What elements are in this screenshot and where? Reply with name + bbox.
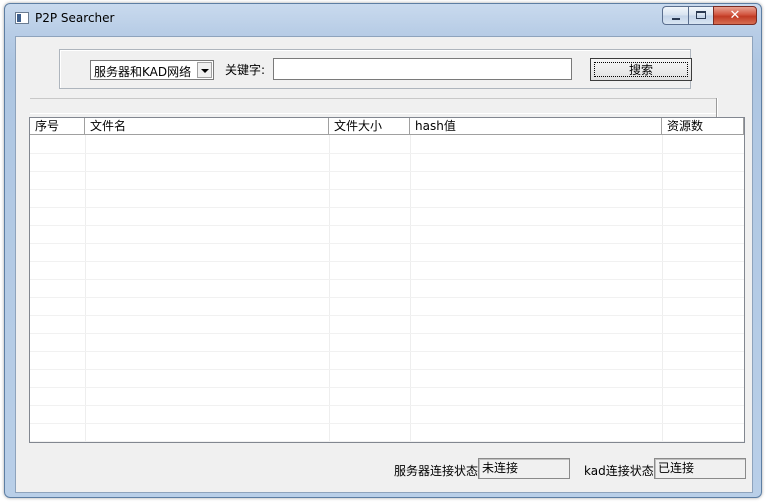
grid-line — [329, 135, 330, 442]
grid-line — [30, 225, 744, 226]
grid-line — [30, 207, 744, 208]
grid-line — [30, 171, 744, 172]
separator-grip — [716, 98, 718, 118]
grid-line — [30, 333, 744, 334]
grid-line — [30, 297, 744, 298]
grid-line — [30, 441, 744, 442]
network-select[interactable]: 服务器和KAD网络 — [90, 60, 214, 80]
results-header: 序号 文件名 文件大小 hash值 资源数 — [30, 118, 744, 135]
minimize-button[interactable] — [662, 6, 688, 25]
column-header-filesize[interactable]: 文件大小 — [329, 118, 410, 135]
grid-line — [85, 135, 86, 442]
window-controls: ✕ — [662, 6, 757, 25]
column-header-index[interactable]: 序号 — [30, 118, 85, 135]
title-bar[interactable]: P2P Searcher ✕ — [5, 4, 761, 34]
grid-line — [662, 135, 663, 442]
server-status-label: 服务器连接状态: — [394, 464, 483, 478]
grid-line — [30, 405, 744, 406]
chevron-down-icon[interactable] — [197, 62, 212, 78]
grid-line — [30, 261, 744, 262]
column-header-hash[interactable]: hash值 — [410, 118, 662, 135]
grid-line — [30, 315, 744, 316]
grid-line — [30, 387, 744, 388]
app-icon[interactable] — [15, 12, 29, 24]
close-icon: ✕ — [729, 8, 741, 23]
keyword-input[interactable] — [273, 58, 572, 80]
grid-line — [30, 189, 744, 190]
grid-line — [30, 423, 744, 424]
client-area: 服务器和KAD网络 关键字: 搜索 序号 文件名 文件大小 hash值 资源数 … — [15, 36, 753, 493]
kad-status-label: kad连接状态: — [584, 464, 658, 478]
keyword-label: 关键字: — [225, 63, 266, 77]
app-window: P2P Searcher ✕ 服务器和KAD网络 关键字: 搜索 序号 文件名 … — [4, 3, 762, 498]
search-group: 服务器和KAD网络 关键字: 搜索 — [59, 49, 692, 89]
grid-line — [30, 369, 744, 370]
column-header-filename[interactable]: 文件名 — [85, 118, 329, 135]
window-title: P2P Searcher — [35, 11, 115, 25]
grid-line — [410, 135, 411, 442]
toolbar-separator — [30, 98, 718, 114]
results-list[interactable]: 序号 文件名 文件大小 hash值 资源数 — [29, 117, 745, 443]
server-status-field: 未连接 — [478, 458, 570, 479]
grid-line — [30, 243, 744, 244]
maximize-icon — [696, 11, 706, 19]
search-button[interactable]: 搜索 — [590, 58, 692, 81]
network-select-value: 服务器和KAD网络 — [94, 65, 192, 79]
close-button[interactable]: ✕ — [713, 6, 757, 25]
minimize-icon — [672, 18, 680, 20]
grid-line — [30, 279, 744, 280]
maximize-button[interactable] — [688, 6, 713, 25]
grid-line — [30, 153, 744, 154]
grid-line — [30, 351, 744, 352]
column-header-sources[interactable]: 资源数 — [662, 118, 744, 135]
kad-status-field: 已连接 — [654, 458, 746, 479]
